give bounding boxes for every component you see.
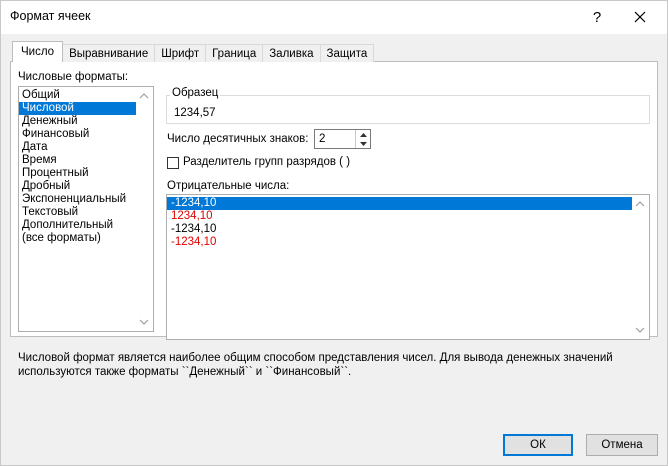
help-button[interactable]: ? (583, 5, 611, 29)
separator-checkbox[interactable] (167, 157, 179, 169)
scroll-down-icon[interactable] (635, 327, 645, 333)
category-item[interactable]: Общий (19, 89, 136, 102)
negative-numbers-list[interactable]: -1234,10 1234,10 -1234,10 -1234,10 (166, 194, 650, 340)
tab-fill[interactable]: Заливка (262, 44, 321, 62)
scroll-down-icon[interactable] (139, 319, 149, 325)
category-item[interactable]: Денежный (19, 115, 136, 128)
category-item[interactable]: Экспоненциальный (19, 193, 136, 206)
negatives-label: Отрицательные числа: (167, 180, 290, 192)
sample-label: Образец (170, 87, 221, 99)
tab-number[interactable]: Число (12, 41, 64, 62)
spin-down-button[interactable] (356, 139, 370, 148)
spin-up-button[interactable] (356, 130, 370, 139)
title-bar (0, 0, 668, 34)
category-item[interactable]: Числовой (19, 102, 136, 115)
close-icon (634, 11, 646, 23)
tab-protection[interactable]: Защита (319, 44, 375, 62)
separator-label[interactable]: Разделитель групп разрядов ( ) (183, 156, 350, 168)
cancel-button[interactable]: Отмена (586, 434, 658, 456)
category-item[interactable]: (все форматы) (19, 232, 136, 245)
tab-strip: Число Выравнивание Шрифт Граница Заливка… (12, 41, 375, 62)
sample-value: 1234,57 (174, 107, 216, 119)
scroll-up-icon[interactable] (635, 201, 645, 207)
dialog-title: Формат ячеек (10, 9, 91, 23)
tab-alignment[interactable]: Выравнивание (62, 44, 156, 62)
categories-label: Числовые форматы: (18, 71, 129, 83)
category-item[interactable]: Дата (19, 141, 136, 154)
sample-group (166, 95, 650, 124)
decimals-label: Число десятичных знаков: (167, 133, 309, 145)
negative-format-item[interactable]: 1234,10 (167, 210, 632, 223)
category-item[interactable]: Дробный (19, 180, 136, 193)
close-button[interactable] (626, 5, 654, 29)
scroll-up-icon[interactable] (139, 93, 149, 99)
description-line-1: Числовой формат является наиболее общим … (18, 352, 613, 364)
negative-format-item[interactable]: -1234,10 (167, 223, 632, 236)
format-description: Числовой формат является наиболее общим … (18, 351, 648, 379)
tab-font[interactable]: Шрифт (154, 44, 207, 62)
decimals-value[interactable]: 2 (319, 133, 325, 145)
negatives-scrollbar[interactable] (632, 195, 649, 339)
decimals-spinner[interactable]: 2 (314, 129, 371, 149)
tab-border[interactable]: Граница (205, 44, 264, 62)
category-item[interactable]: Процентный (19, 167, 136, 180)
category-item[interactable]: Текстовый (19, 206, 136, 219)
category-item[interactable]: Время (19, 154, 136, 167)
category-list[interactable]: Общий Числовой Денежный Финансовый Дата Время… (18, 86, 154, 332)
triangle-up-icon (359, 132, 367, 137)
category-item[interactable]: Дополнительный (19, 219, 136, 232)
category-scrollbar[interactable] (136, 87, 153, 331)
negative-format-item[interactable]: -1234,10 (167, 197, 632, 210)
negative-format-item[interactable]: -1234,10 (167, 236, 632, 249)
description-line-2: используются также форматы ``Денежный`` … (18, 366, 352, 378)
ok-button[interactable]: ОК (503, 434, 573, 456)
category-item[interactable]: Финансовый (19, 128, 136, 141)
triangle-down-icon (359, 141, 367, 146)
